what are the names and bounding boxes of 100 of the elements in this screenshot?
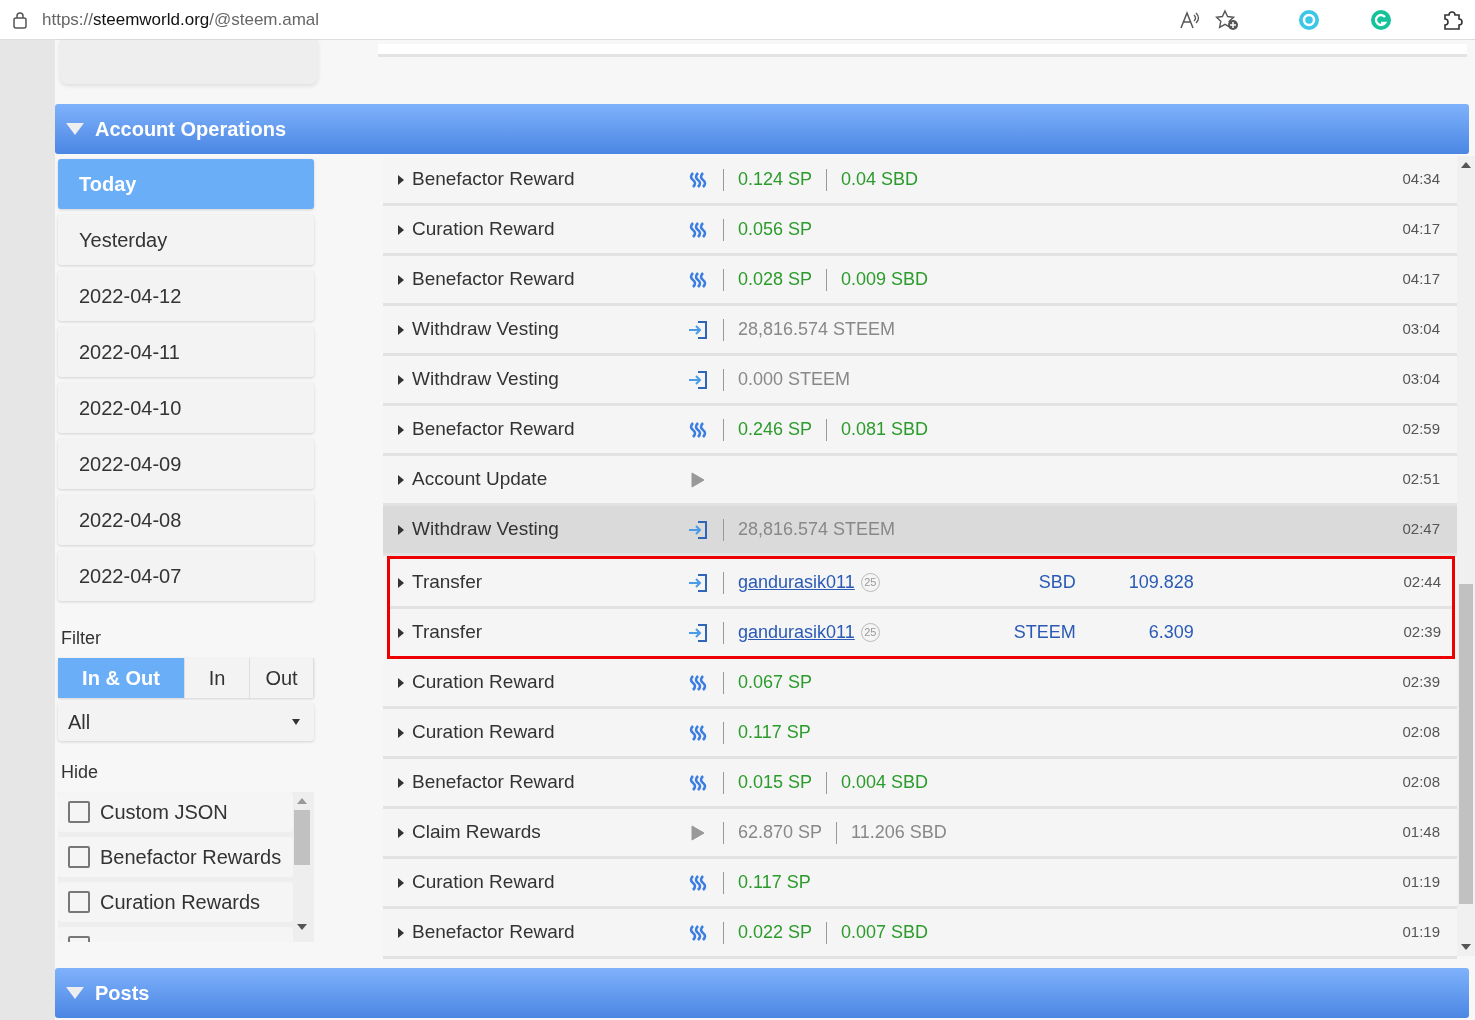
sign-in-arrow-icon: [688, 573, 708, 592]
expand-caret-icon[interactable]: [398, 627, 404, 638]
time-text: 04:17: [1402, 269, 1440, 290]
expand-caret-icon[interactable]: [398, 827, 404, 838]
amount-text: 109.828: [1127, 571, 1194, 594]
time-text: 03:04: [1402, 369, 1440, 390]
date-tab[interactable]: 2022-04-12: [58, 271, 314, 321]
steem-logo-icon: [689, 221, 707, 238]
address-bar[interactable]: https://steemworld.org/@steem.amal: [42, 6, 320, 33]
steem-logo-icon: [689, 421, 707, 438]
time-text: 02:08: [1402, 772, 1440, 793]
time-text: 01:19: [1402, 872, 1440, 893]
lock-icon: [12, 10, 28, 29]
amount-text: 0.015 SP: [738, 771, 813, 794]
amount-text: 0.124 SP: [738, 168, 813, 191]
time-text: 01:19: [1402, 922, 1440, 943]
checkbox[interactable]: [68, 801, 90, 823]
hide-option[interactable]: Benefactor Rewards: [58, 837, 293, 877]
expand-caret-icon[interactable]: [398, 324, 404, 335]
amount-text: 0.000 STEEM: [738, 368, 851, 391]
date-tab[interactable]: 2022-04-11: [58, 327, 314, 377]
scroll-up-icon[interactable]: [1461, 162, 1471, 168]
scroll-down-icon[interactable]: [1461, 944, 1471, 950]
expand-caret-icon[interactable]: [398, 474, 404, 485]
amount-text: 6.309: [1147, 621, 1194, 644]
account-link[interactable]: gandurasik011: [738, 619, 855, 646]
amount-text: 0.117 SP: [738, 721, 811, 744]
time-text: 03:04: [1402, 319, 1440, 340]
expand-caret-icon[interactable]: [398, 174, 404, 185]
currency-text: SBD: [1037, 571, 1076, 594]
hide-option[interactable]: Curation Rewards: [58, 882, 293, 922]
amount-text: 0.004 SBD: [841, 771, 929, 794]
expand-caret-icon[interactable]: [398, 777, 404, 788]
type-dropdown[interactable]: All: [58, 703, 314, 741]
time-text: 02:39: [1403, 622, 1441, 643]
operation-row[interactable]: Withdraw Vesting 28,816.574 STEEM 02:47: [383, 506, 1457, 556]
amount-text: 28,816.574 STEEM: [738, 318, 896, 341]
steem-logo-icon: [689, 171, 707, 188]
steem-logo-icon: [689, 774, 707, 791]
time-text: 02:44: [1403, 572, 1441, 593]
sign-in-arrow-icon: [688, 520, 708, 539]
amount-text: 11.206 SBD: [851, 821, 947, 844]
direction-tab[interactable]: Out: [250, 658, 314, 698]
steem-logo-icon: [689, 924, 707, 941]
time-text: 02:39: [1402, 672, 1440, 693]
expand-caret-icon[interactable]: [398, 374, 404, 385]
time-text: 01:48: [1402, 822, 1440, 843]
scroll-down-icon[interactable]: [297, 924, 307, 930]
play-icon: [691, 471, 705, 488]
scrollbar[interactable]: [1457, 156, 1475, 956]
currency-text: STEEM: [1012, 621, 1076, 644]
time-text: 04:17: [1402, 219, 1440, 240]
amount-text: 0.007 SBD: [841, 921, 929, 944]
hide-option[interactable]: Custom JSON: [58, 792, 293, 832]
amount-text: 0.081 SBD: [841, 418, 929, 441]
hide-label: Hide: [61, 761, 100, 784]
checkbox[interactable]: [68, 846, 90, 868]
expand-caret-icon[interactable]: [398, 927, 404, 938]
dropdown-caret-icon: [292, 719, 300, 725]
sign-in-arrow-icon: [688, 623, 708, 642]
amount-text: 0.067 SP: [738, 671, 813, 694]
date-tab[interactable]: 2022-04-09: [58, 439, 314, 489]
expand-caret-icon[interactable]: [398, 677, 404, 688]
direction-tab[interactable]: In: [185, 658, 250, 698]
date-tab[interactable]: 2022-04-07: [58, 551, 314, 601]
date-tab[interactable]: 2022-04-10: [58, 383, 314, 433]
amount-text: 62.870 SP: [738, 821, 823, 844]
time-text: 02:51: [1402, 469, 1440, 490]
expand-caret-icon[interactable]: [398, 524, 404, 535]
amount-text: 0.022 SP: [738, 921, 813, 944]
steem-logo-icon: [689, 724, 707, 741]
steem-logo-icon: [689, 271, 707, 288]
amount-text: 0.117 SP: [738, 871, 811, 894]
date-tab[interactable]: Yesterday: [58, 215, 314, 265]
account-link[interactable]: gandurasik011: [738, 569, 855, 596]
puzzle-icon[interactable]: [1441, 8, 1463, 31]
filter-label: Filter: [61, 627, 102, 650]
amount-text: 0.246 SP: [738, 418, 813, 441]
steem-logo-icon: [689, 674, 707, 691]
time-text: 02:47: [1402, 519, 1440, 540]
sign-in-arrow-icon: [688, 320, 708, 339]
expand-caret-icon[interactable]: [398, 424, 404, 435]
time-text: 02:08: [1402, 722, 1440, 743]
expand-caret-icon[interactable]: [398, 274, 404, 285]
expand-caret-icon[interactable]: [398, 224, 404, 235]
amount-text: 28,816.574 STEEM: [738, 518, 896, 541]
steem-logo-icon: [689, 874, 707, 891]
sign-in-arrow-icon: [688, 370, 708, 389]
amount-text: 0.009 SBD: [841, 268, 929, 291]
play-icon: [691, 824, 705, 841]
read-aloud-icon[interactable]: [1179, 9, 1201, 30]
expand-caret-icon[interactable]: [398, 577, 404, 588]
time-text: 04:34: [1402, 169, 1440, 190]
expand-caret-icon[interactable]: [398, 727, 404, 738]
amount-text: 0.028 SP: [738, 268, 813, 291]
amount-text: 0.04 SBD: [841, 168, 919, 191]
date-tab[interactable]: 2022-04-08: [58, 495, 314, 545]
expand-caret-icon[interactable]: [398, 877, 404, 888]
favorite-add-icon[interactable]: [1215, 8, 1239, 31]
checkbox[interactable]: [68, 891, 90, 913]
